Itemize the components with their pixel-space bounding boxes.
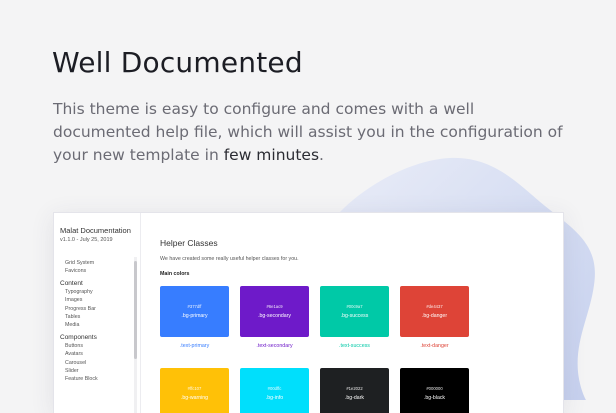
swatch-class: .bg-secondary <box>258 313 291 319</box>
docs-nav: Grid System Favicons Content Typography Imag… <box>60 259 136 384</box>
swatch-hex: #377dff <box>187 304 202 309</box>
swatch-class: .bg-black <box>423 395 446 401</box>
nav-item[interactable]: Tables <box>60 313 136 321</box>
swatch-hex: #1e2022 <box>346 386 363 391</box>
swatch-class: .bg-dark <box>344 395 365 401</box>
swatch-class: .bg-warning <box>180 395 209 401</box>
page-title: Well Documented <box>52 46 303 79</box>
scrollbar-thumb[interactable] <box>134 261 137 359</box>
docs-sidebar: Malat Documentation v1.1.0 - July 25, 20… <box>54 213 141 413</box>
description-highlight: few minutes <box>223 146 320 164</box>
text-color-label: .text-danger <box>420 343 449 349</box>
swatch-class: .bg-success <box>340 313 369 319</box>
nav-item[interactable]: Avatars <box>60 350 136 358</box>
nav-item[interactable]: Slider <box>60 367 136 375</box>
text-color-label: .text-primary <box>179 343 210 349</box>
section-title: Helper Classes <box>160 238 218 248</box>
color-swatch: #377dff .bg-primary <box>160 286 229 337</box>
documentation-preview: Malat Documentation v1.1.0 - July 25, 20… <box>53 212 564 413</box>
description-suffix: . <box>319 146 324 164</box>
swatch-hex: #00c9a7 <box>346 304 363 309</box>
swatch-hex: #ffc107 <box>187 386 202 391</box>
nav-section-heading: Content <box>60 279 83 287</box>
nav-item[interactable]: Favicons <box>60 267 136 275</box>
section-subtitle: Main colors <box>160 271 190 277</box>
nav-item[interactable]: Progress Bar <box>60 305 136 313</box>
swatch-class: .bg-info <box>265 395 284 401</box>
color-swatch: #6e1ac9 .bg-secondary <box>240 286 309 337</box>
swatch-hex: #000000 <box>426 386 443 391</box>
swatch-hex: #00dffc <box>267 386 282 391</box>
swatch-hex: #6e1ac9 <box>266 304 283 309</box>
docs-title: Malat Documentation <box>60 226 131 235</box>
nav-item[interactable]: Typography <box>60 288 136 296</box>
page-description: This theme is easy to configure and come… <box>53 98 573 167</box>
docs-version: v1.1.0 - July 25, 2019 <box>60 237 113 243</box>
nav-section-heading: Components <box>60 333 97 341</box>
nav-item[interactable]: Media <box>60 321 136 329</box>
color-swatch: #1e2022 .bg-dark <box>320 368 389 413</box>
swatch-class: .bg-primary <box>181 313 208 319</box>
docs-content: Helper Classes We have created some real… <box>160 213 563 413</box>
color-swatch: #de4437 .bg-danger <box>400 286 469 337</box>
color-swatch: #00c9a7 .bg-success <box>320 286 389 337</box>
text-color-label: .text-secondary <box>256 343 293 349</box>
nav-item[interactable]: Carousel <box>60 359 136 367</box>
color-swatch: #00dffc .bg-info <box>240 368 309 413</box>
swatch-hex: #de4437 <box>426 304 443 309</box>
color-swatch: #ffc107 .bg-warning <box>160 368 229 413</box>
text-color-label: .text-success <box>339 343 370 349</box>
swatch-class: .bg-danger <box>421 313 448 319</box>
nav-item[interactable]: Buttons <box>60 342 136 350</box>
nav-item[interactable]: Grid System <box>60 259 136 267</box>
nav-item[interactable]: Images <box>60 296 136 304</box>
nav-item[interactable]: Feature Block <box>60 375 136 383</box>
section-description: We have created some really useful helpe… <box>160 256 299 262</box>
color-swatch: #000000 .bg-black <box>400 368 469 413</box>
sidebar-scrollbar[interactable] <box>134 257 137 413</box>
